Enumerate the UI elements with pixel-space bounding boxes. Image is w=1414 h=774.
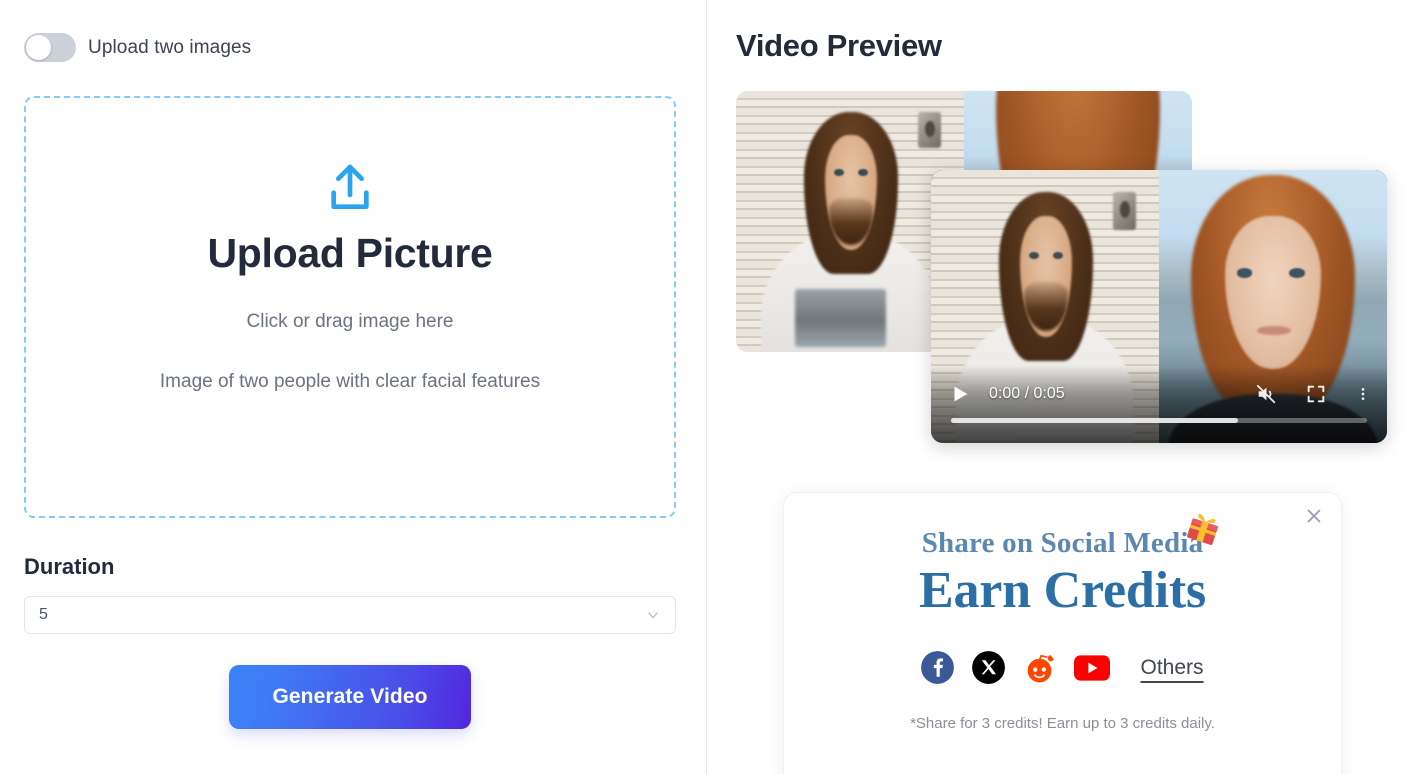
fullscreen-icon[interactable] xyxy=(1305,383,1327,405)
upload-requirement: Image of two people with clear facial fe… xyxy=(159,371,541,392)
app-root: Upload two images Upload Picture Click o… xyxy=(0,0,1414,774)
close-icon[interactable] xyxy=(1301,503,1327,529)
video-player[interactable]: 0:00 / 0:05 xyxy=(931,170,1387,443)
x-twitter-icon[interactable] xyxy=(972,651,1006,684)
upload-two-images-label: Upload two images xyxy=(88,36,252,58)
upload-hint: Click or drag image here xyxy=(246,311,454,332)
upload-two-images-toggle[interactable] xyxy=(24,33,76,62)
kebab-menu-icon[interactable] xyxy=(1355,383,1371,405)
source-image-man xyxy=(736,91,964,352)
reddit-icon[interactable] xyxy=(1023,651,1056,684)
youtube-icon[interactable] xyxy=(1074,654,1111,681)
upload-two-images-row: Upload two images xyxy=(24,33,251,62)
upload-icon xyxy=(331,164,369,210)
facebook-icon[interactable] xyxy=(921,651,955,684)
preview-panel: Video Preview 0:00 / 0:05 Share on Socia… xyxy=(707,0,1414,774)
chevron-down-icon xyxy=(648,612,658,619)
duration-value: 5 xyxy=(39,606,48,623)
duration-select[interactable]: 5 xyxy=(24,596,676,634)
video-preview-title: Video Preview xyxy=(736,28,942,63)
video-progress-fill xyxy=(951,418,1239,423)
video-progress-bar[interactable] xyxy=(951,418,1367,423)
video-time-display: 0:00 / 0:05 xyxy=(989,385,1065,402)
duration-label: Duration xyxy=(24,554,115,579)
toggle-knob xyxy=(26,35,51,60)
generate-video-button[interactable]: Generate Video xyxy=(229,665,471,729)
share-promo-card: Share on Social Media Earn Credits Other… xyxy=(783,492,1342,774)
share-card-note: *Share for 3 credits! Earn up to 3 credi… xyxy=(910,715,1215,732)
share-card-heading: Share on Social Media xyxy=(921,527,1204,559)
upload-title: Upload Picture xyxy=(207,230,493,276)
upload-panel: Upload two images Upload Picture Click o… xyxy=(0,0,706,774)
volume-muted-icon[interactable] xyxy=(1255,383,1277,405)
share-card-subheading: Earn Credits xyxy=(919,562,1206,619)
upload-dropzone[interactable]: Upload Picture Click or drag image here … xyxy=(24,96,676,518)
social-share-row: Others xyxy=(784,651,1341,684)
others-share-link[interactable]: Others xyxy=(1140,656,1203,680)
play-icon[interactable] xyxy=(949,383,971,405)
